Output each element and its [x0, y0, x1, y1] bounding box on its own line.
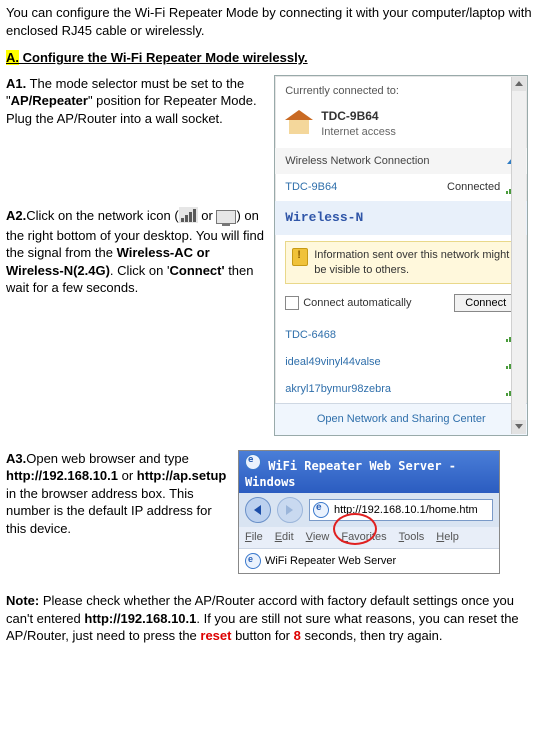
- connect-button[interactable]: Connect: [454, 294, 517, 312]
- forward-button[interactable]: [277, 497, 303, 523]
- wifi-list-item[interactable]: ideal49vinyl44valse: [275, 349, 527, 376]
- monitor-icon: [216, 210, 236, 224]
- section-a-heading: A. Configure the Wi-Fi Repeater Mode wir…: [6, 49, 544, 67]
- browser-nav: [239, 493, 499, 527]
- note-label: Note:: [6, 593, 39, 608]
- a3-t2: or: [118, 468, 137, 483]
- a2-t3: . Click on ': [110, 263, 170, 278]
- auto-connect-label[interactable]: Connect automatically: [285, 296, 411, 311]
- a3-t1: Open web browser and type: [26, 451, 189, 466]
- note-t3: button for: [231, 628, 293, 643]
- current-net-name: TDC-9B64: [321, 108, 396, 124]
- menu-view[interactable]: View: [306, 530, 330, 545]
- ie-page-icon: [313, 502, 329, 518]
- ie-tab-icon: [245, 553, 261, 569]
- a1-text: A1. The mode selector must be set to the…: [6, 75, 270, 297]
- note-red2: 8: [294, 628, 301, 643]
- shield-warning-icon: [292, 248, 308, 266]
- a3-label: A3.: [6, 451, 26, 466]
- browser-container: WiFi Repeater Web Server - Windows File …: [238, 450, 544, 574]
- menu-help[interactable]: Help: [436, 530, 459, 545]
- wifi-header: Currently connected to:: [275, 76, 527, 105]
- current-net-sub: Internet access: [321, 125, 396, 140]
- a3-bold1: http://192.168.10.1: [6, 468, 118, 483]
- ie-logo-icon: [245, 454, 261, 470]
- a2-label: A2.: [6, 209, 26, 224]
- a2-bold2: Connect': [169, 263, 224, 278]
- browser-title: WiFi Repeater Web Server - Windows: [239, 451, 499, 493]
- scroll-down-button[interactable]: [512, 420, 526, 434]
- auto-connect-text: Connect automatically: [303, 297, 411, 309]
- scrollbar[interactable]: [511, 77, 526, 434]
- row-a1: A1. The mode selector must be set to the…: [6, 75, 544, 436]
- menu-edit[interactable]: Edit: [275, 530, 294, 545]
- browser-window: WiFi Repeater Web Server - Windows File …: [238, 450, 500, 574]
- address-input[interactable]: [332, 504, 492, 516]
- row-a3: A3.Open web browser and type http://192.…: [6, 450, 544, 574]
- wifi-list-item[interactable]: akryl17bymur98zebra: [275, 376, 527, 403]
- note-t4: seconds, then try again.: [301, 628, 443, 643]
- address-bar[interactable]: [309, 499, 493, 521]
- wifi-section-text: Wireless Network Connection: [285, 154, 429, 169]
- a3-bold2: http://ap.setup: [137, 468, 227, 483]
- arrow-left-icon: [254, 505, 261, 515]
- a3-text: A3.Open web browser and type http://192.…: [6, 450, 238, 538]
- checkbox-icon[interactable]: [285, 296, 299, 310]
- signal-bars-icon: [179, 207, 198, 227]
- heading-prefix: A.: [6, 50, 19, 65]
- a1-bold1: AP/Repeater: [11, 93, 88, 108]
- wifi-selected-net[interactable]: Wireless-N: [275, 201, 527, 235]
- wifi-popup-container: Currently connected to: TDC-9B64 Interne…: [270, 75, 544, 436]
- connected-status: Connected: [447, 180, 500, 195]
- browser-title-text: WiFi Repeater Web Server - Windows: [245, 459, 456, 489]
- wifi-current-connection[interactable]: TDC-9B64 Internet access: [275, 104, 527, 147]
- heading-rest: Configure the Wi-Fi Repeater Mode wirele…: [19, 50, 308, 65]
- wifi-item-label: ideal49vinyl44valse: [285, 355, 380, 370]
- wifi-footer-link[interactable]: Open Network and Sharing Center: [275, 403, 527, 435]
- back-button[interactable]: [245, 497, 271, 523]
- browser-tab[interactable]: WiFi Repeater Web Server: [239, 549, 499, 573]
- a3-t3: in the browser address box. This number …: [6, 486, 212, 536]
- wifi-item-label: TDC-6468: [285, 328, 336, 343]
- menu-favorites[interactable]: Favorites: [341, 530, 386, 545]
- note-block: Note: Please check whether the AP/Router…: [6, 592, 544, 645]
- intro-text: You can configure the Wi-Fi Repeater Mod…: [6, 4, 544, 39]
- a1-label: A1.: [6, 76, 26, 91]
- wifi-section-label[interactable]: Wireless Network Connection: [275, 148, 527, 175]
- wifi-popup: Currently connected to: TDC-9B64 Interne…: [274, 75, 528, 436]
- wifi-list-item[interactable]: TDC-6468: [275, 322, 527, 349]
- scroll-up-button[interactable]: [512, 77, 526, 91]
- wifi-item-label: akryl17bymur98zebra: [285, 382, 391, 397]
- browser-menu: File Edit View Favorites Tools Help: [239, 527, 499, 549]
- menu-file[interactable]: File: [245, 530, 263, 545]
- a2-t1: Click on the network icon (: [26, 209, 178, 224]
- a2-or: or: [198, 209, 217, 224]
- note-red1: reset: [200, 628, 231, 643]
- arrow-right-icon: [286, 505, 293, 515]
- house-icon: [285, 110, 313, 138]
- menu-tools[interactable]: Tools: [399, 530, 425, 545]
- note-bold1: http://192.168.10.1: [84, 611, 196, 626]
- a2-text: A2.Click on the network icon ( or ) on t…: [6, 207, 264, 297]
- wifi-info-text: Information sent over this network might…: [314, 248, 510, 278]
- connected-net-name: TDC-9B64: [285, 180, 337, 195]
- browser-tab-title: WiFi Repeater Web Server: [265, 554, 396, 569]
- wifi-connect-row: Connect automatically Connect: [275, 290, 527, 322]
- wifi-connected-row[interactable]: TDC-9B64 Connected: [275, 174, 527, 201]
- wifi-info-box: Information sent over this network might…: [285, 241, 517, 285]
